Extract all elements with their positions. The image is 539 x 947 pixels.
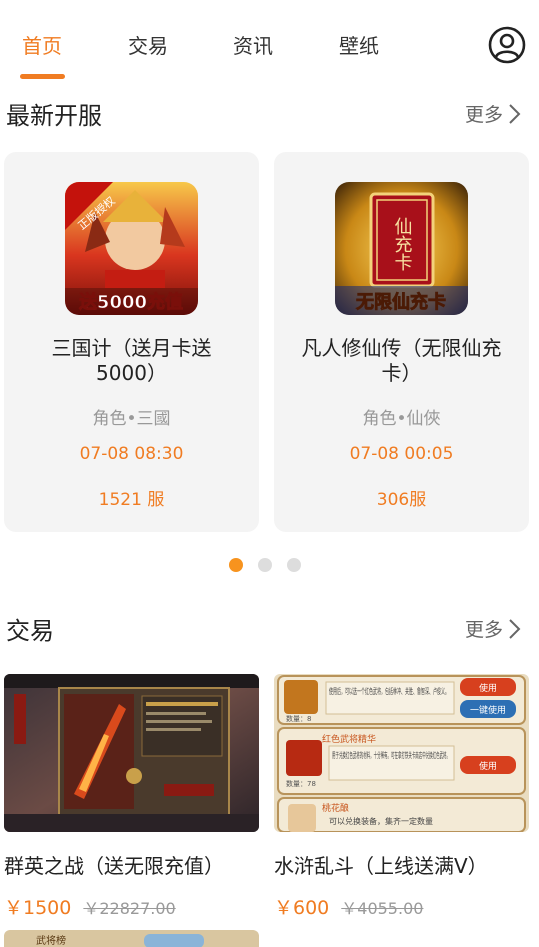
game-icon-fanren: 仙充卡 无限仙充卡	[335, 182, 468, 315]
game-name: 凡人修仙传（无限仙充卡）	[301, 336, 502, 385]
chevron-right-icon	[509, 103, 521, 124]
trade-more-link[interactable]: 更多	[465, 615, 521, 642]
price-row: ￥600 ￥4055.00	[274, 893, 529, 920]
game-category: 角色•三國	[92, 409, 171, 429]
trade-title: 交易	[6, 617, 54, 645]
svg-text:一键使用: 一键使用	[470, 704, 506, 716]
new-servers-title: 最新开服	[6, 102, 102, 130]
trade-screenshot	[4, 674, 259, 832]
svg-text:数量：8: 数量：8	[286, 714, 311, 723]
tab-news[interactable]: 资讯	[233, 30, 273, 59]
more-label: 更多	[465, 104, 504, 126]
new-servers-more-link[interactable]: 更多	[465, 100, 521, 127]
original-price: ￥4055.00	[341, 899, 424, 918]
tab-home[interactable]: 首页	[22, 30, 62, 59]
price-row: ￥1500 ￥22827.00	[4, 893, 259, 920]
price: ￥1500	[4, 897, 72, 919]
carousel-dot[interactable]	[258, 558, 272, 572]
svg-text:使用: 使用	[479, 682, 497, 694]
price: ￥600	[274, 897, 330, 919]
trade-screenshot: 数量：8 使用后，可以选一个红色武将，包括林冲、关胜、鲁智深、卢俊义。 使用 一…	[274, 674, 529, 832]
svg-text:使用后，可以选一个红色武将，包括林冲、关胜、鲁智深、卢俊义。: 使用后，可以选一个红色武将，包括林冲、关胜、鲁智深、卢俊义。	[329, 686, 449, 696]
svg-text:用于兑换红色武将的材料，十分稀有。可在拿打铁关卡商店中兑换红: 用于兑换红色武将的材料，十分稀有。可在拿打铁关卡商店中兑换红色武将。	[332, 750, 450, 760]
carousel-indicator	[229, 558, 301, 572]
svg-text:使用: 使用	[479, 760, 497, 772]
trade-listing-partial[interactable]: 武将榜	[4, 930, 259, 947]
open-time: 07-08 08:30	[79, 444, 184, 464]
top-nav: 首页 交易 资讯 壁纸	[0, 0, 539, 90]
open-time: 07-08 00:05	[349, 444, 454, 464]
trade-listing[interactable]: 数量：8 使用后，可以选一个红色武将，包括林冲、关胜、鲁智深、卢俊义。 使用 一…	[274, 674, 529, 920]
user-circle-icon[interactable]	[488, 26, 526, 64]
svg-text:红色武将精华: 红色武将精华	[322, 733, 376, 745]
trade-listing[interactable]: 群英之战（送无限充值） ￥1500 ￥22827.00	[4, 674, 259, 920]
partial-decoration	[144, 934, 204, 947]
server-count: 306服	[376, 490, 427, 510]
trade-item-name: 群英之战（送无限充值）	[4, 854, 224, 878]
carousel-dot[interactable]	[229, 558, 243, 572]
tab-trade[interactable]: 交易	[128, 30, 168, 59]
more-label: 更多	[465, 619, 504, 641]
tab-wallpaper[interactable]: 壁纸	[339, 30, 379, 59]
svg-text:桃花酿: 桃花酿	[322, 802, 349, 814]
svg-text:可以兑换装备，集齐一定数量: 可以兑换装备，集齐一定数量	[329, 816, 433, 826]
chevron-right-icon	[509, 618, 521, 639]
active-tab-indicator	[20, 74, 65, 79]
icon-caption: 送5000充值	[78, 291, 183, 313]
server-count: 1521 服	[98, 490, 165, 510]
game-icon-sanguoji: 正版授权 送5000充值	[65, 182, 198, 315]
trade-item-name: 水浒乱斗（上线送满V）	[274, 854, 488, 878]
server-card[interactable]: 正版授权 送5000充值 三国计（送月卡送5000） 角色•三國 07-08 0…	[4, 152, 259, 532]
original-price: ￥22827.00	[83, 899, 176, 918]
svg-text:数量：78: 数量：78	[286, 779, 316, 788]
game-name: 三国计（送月卡送5000）	[51, 336, 212, 385]
game-category: 角色•仙俠	[362, 409, 441, 429]
card-text: 仙充卡	[392, 217, 413, 271]
carousel-dot[interactable]	[287, 558, 301, 572]
partial-label: 武将榜	[36, 936, 66, 947]
icon-caption: 无限仙充卡	[356, 291, 446, 313]
server-card[interactable]: 仙充卡 无限仙充卡 凡人修仙传（无限仙充卡） 角色•仙俠 07-08 00:05…	[274, 152, 529, 532]
